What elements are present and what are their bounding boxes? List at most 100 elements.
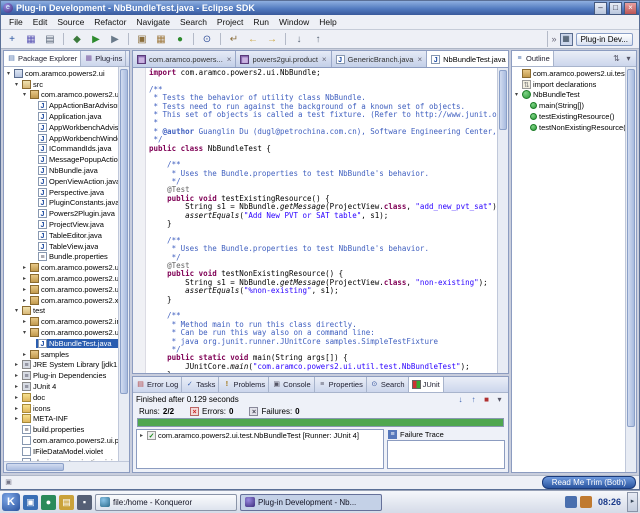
package-explorer-item[interactable]: ▾com.aramco.powers2.ui [4, 68, 118, 79]
collapsed-arrow-icon[interactable]: ▸ [21, 351, 28, 358]
debug-icon[interactable]: ◆ [68, 31, 86, 48]
prev-annotation-icon[interactable]: ↑ [309, 31, 327, 48]
editor-tab-powers2gui-product[interactable]: ▦powers2gui.product× [236, 51, 331, 67]
perspective-button[interactable]: Plug-in Dev... [576, 33, 633, 46]
menu-edit[interactable]: Edit [28, 16, 53, 29]
outline-tab-outline[interactable]: ≡Outline [512, 51, 554, 66]
junit-test-item[interactable]: ▸✓com.aramco.powers2.ui.test.NbBundleTes… [137, 430, 383, 441]
package-explorer-item[interactable]: ▾com.aramco.powers2.ui.test [4, 327, 118, 338]
package-explorer-item[interactable]: JPowers2Plugin.java [4, 208, 118, 219]
package-explorer-item[interactable]: ▸icons [4, 403, 118, 414]
editor-tab-com-aramco-powers-[interactable]: ▦com.aramco.powers...× [133, 51, 236, 67]
new-wizard-icon[interactable]: + [3, 31, 21, 48]
menu-window[interactable]: Window [274, 16, 314, 29]
perspective-chevron-icon[interactable]: » [552, 34, 557, 44]
next-failure-icon[interactable]: ↓ [455, 394, 466, 405]
package-explorer-item[interactable]: ▸META-INF [4, 414, 118, 425]
fast-view-icon[interactable]: ▣ [4, 478, 13, 487]
package-explorer-item[interactable]: ▸≡Plug-in Dependencies [4, 370, 118, 381]
editor-body[interactable]: import com.aramco.powers2.ui.NbBundle; /… [133, 68, 508, 373]
print-icon[interactable]: ▤ [41, 31, 59, 48]
outline-item[interactable]: ▾NbBundleTest [512, 90, 625, 101]
collapsed-arrow-icon[interactable]: ▸ [13, 394, 20, 401]
package-explorer-item[interactable]: JICommandIds.java [4, 144, 118, 155]
launcher-icon-3[interactable]: ▤ [59, 495, 74, 510]
new-package-icon[interactable]: ▦ [152, 31, 170, 48]
package-explorer-item[interactable]: ▸com.aramco.powers2.internal.ui... [4, 316, 118, 327]
collapsed-arrow-icon[interactable]: ▸ [21, 297, 28, 304]
package-explorer-item[interactable]: JOpenViewAction.java [4, 176, 118, 187]
collapsed-arrow-icon[interactable]: ▸ [21, 275, 28, 282]
package-explorer-item[interactable]: ▸com.aramco.powers2.ui.projectm... [4, 273, 118, 284]
bottom-tab-properties[interactable]: ≡Properties [315, 377, 367, 392]
package-explorer-item[interactable]: JAppActionBarAdvisor.java [4, 100, 118, 111]
close-button[interactable]: × [624, 2, 637, 15]
package-explorer-tab-plug-ins[interactable]: ▦Plug-ins [81, 51, 126, 66]
scrollbar-thumb[interactable] [499, 70, 507, 130]
editor-tab-nbbundletest-java[interactable]: JNbBundleTest.java× [427, 51, 508, 67]
scrollbar-thumb[interactable] [120, 69, 128, 394]
save-icon[interactable]: ▦ [22, 31, 40, 48]
close-tab-icon[interactable]: × [417, 55, 422, 64]
tray-icon-2[interactable] [580, 496, 592, 508]
next-annotation-icon[interactable]: ↓ [290, 31, 308, 48]
collapsed-arrow-icon[interactable]: ▸ [21, 318, 28, 325]
package-explorer-item[interactable]: com.aramco.powers2.ui.projectmo... [4, 435, 118, 446]
read-me-trim-button[interactable]: Read Me Trim (Both) [542, 476, 636, 489]
package-explorer-item[interactable]: ▾test [4, 306, 118, 317]
expanded-arrow-icon[interactable]: ▾ [21, 329, 28, 336]
launcher-icon-1[interactable]: ▣ [23, 495, 38, 510]
maximize-button[interactable]: □ [609, 2, 622, 15]
package-explorer-item[interactable]: JNbBundleTest.java [4, 338, 118, 349]
bottom-tab-tasks[interactable]: ✓Tasks [182, 377, 219, 392]
bottom-tab-console[interactable]: ▣Console [269, 377, 315, 392]
close-tab-icon[interactable]: × [322, 55, 327, 64]
outline-vscrollbar[interactable] [625, 67, 636, 472]
editor-tab-genericbranch-java[interactable]: JGenericBranch.java× [332, 51, 428, 67]
launcher-icon-2[interactable]: ● [41, 495, 56, 510]
collapsed-arrow-icon[interactable]: ▸ [21, 286, 28, 293]
scrollbar-thumb[interactable] [6, 463, 64, 471]
package-explorer-item[interactable]: ≡build.properties [4, 424, 118, 435]
menu-run[interactable]: Run [248, 16, 274, 29]
package-explorer-item[interactable]: ▾com.aramco.powers2.ui [4, 90, 118, 101]
package-explorer-item[interactable]: JAppWorkbenchWindowAdvis... [4, 133, 118, 144]
package-explorer-item[interactable]: JTableEditor.java [4, 230, 118, 241]
outline-item[interactable]: com.aramco.powers2.ui.test [512, 68, 625, 79]
search-icon[interactable]: ⊙ [198, 31, 216, 48]
outline-item[interactable]: main(String[]) [512, 100, 625, 111]
package-explorer-vscrollbar[interactable] [118, 67, 129, 461]
menu-search[interactable]: Search [175, 16, 212, 29]
package-explorer-item[interactable]: JNbBundle.java [4, 165, 118, 176]
outline-item[interactable]: ⇅import declarations [512, 79, 625, 90]
package-explorer-hscrollbar[interactable] [4, 461, 129, 472]
expanded-arrow-icon[interactable]: ▾ [5, 70, 12, 77]
bottom-tab-error-log[interactable]: ▤Error Log [133, 377, 182, 392]
expanded-arrow-icon[interactable]: ▾ [13, 307, 20, 314]
package-explorer-item[interactable]: ▸com.aramco.powers2.ui.forms [4, 262, 118, 273]
forward-icon[interactable]: → [263, 31, 281, 48]
menu-file[interactable]: File [4, 16, 28, 29]
last-edit-location-icon[interactable]: ↵ [225, 31, 243, 48]
package-explorer-item[interactable]: JPerspective.java [4, 187, 118, 198]
collapsed-arrow-icon[interactable]: ▸ [138, 432, 145, 439]
scrollbar-thumb[interactable] [627, 69, 635, 427]
bottom-tab-search[interactable]: ⊙Search [367, 377, 409, 392]
prev-failure-icon[interactable]: ↑ [468, 394, 479, 405]
package-explorer-item[interactable]: ▸≡JRE System Library [jdk1.5.0_06] [4, 360, 118, 371]
kmenu-icon[interactable]: K [2, 493, 20, 511]
menu-navigate[interactable]: Navigate [131, 16, 175, 29]
new-java-project-icon[interactable]: ▣ [133, 31, 151, 48]
package-explorer-item[interactable]: JProjectView.java [4, 219, 118, 230]
view-menu-icon[interactable]: ▾ [494, 394, 505, 405]
collapsed-arrow-icon[interactable]: ▸ [21, 264, 28, 271]
collapsed-arrow-icon[interactable]: ▸ [13, 361, 20, 368]
expanded-arrow-icon[interactable]: ▾ [513, 91, 520, 98]
package-explorer-item[interactable]: JApplication.java [4, 111, 118, 122]
panel-hide-arrow-icon[interactable]: ▸ [627, 492, 638, 512]
menu-help[interactable]: Help [314, 16, 341, 29]
collapsed-arrow-icon[interactable]: ▸ [13, 372, 20, 379]
failure-trace-content[interactable] [387, 440, 505, 469]
package-explorer-item[interactable]: ≡Bundle.properties [4, 252, 118, 263]
bottom-tab-junit[interactable]: JUnit [409, 377, 444, 392]
